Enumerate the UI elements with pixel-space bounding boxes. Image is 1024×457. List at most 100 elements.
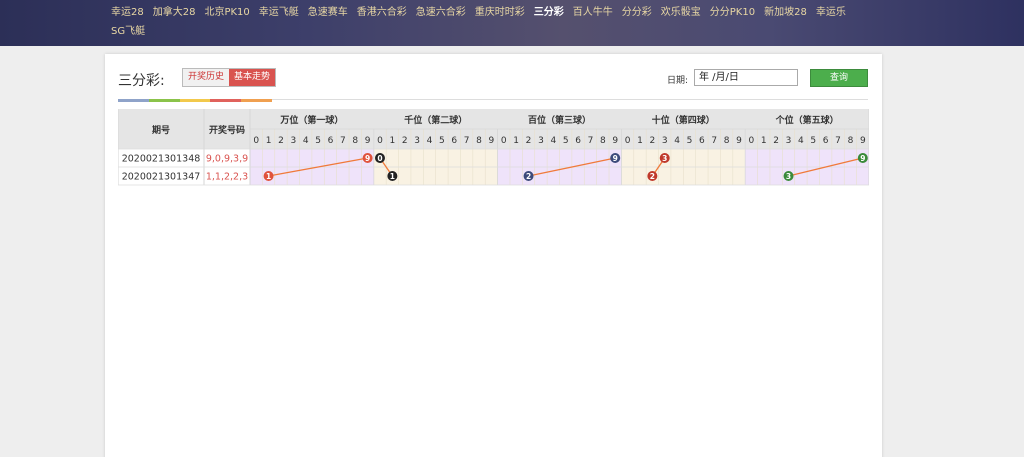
ball-label: 9 — [613, 154, 618, 163]
digit-header: 8 — [600, 136, 606, 146]
ball-label: 3 — [662, 154, 667, 163]
color-strip — [118, 99, 272, 102]
digit-header: 5 — [810, 136, 816, 146]
nav-item[interactable]: 香港六合彩 — [357, 3, 407, 22]
nav-item[interactable]: 重庆时时彩 — [475, 3, 525, 22]
digit-header: 2 — [278, 136, 284, 146]
digit-header: 1 — [390, 136, 396, 146]
nav-item[interactable]: 三分彩 — [534, 3, 564, 22]
ball-label: 2 — [650, 172, 655, 181]
digit-header: 9 — [365, 136, 371, 146]
digit-header: 9 — [489, 136, 495, 146]
ball-label: 0 — [377, 154, 382, 163]
position-header: 个位（第五球） — [775, 114, 839, 126]
date-input[interactable]: 年 /月/日 — [694, 69, 798, 86]
col-issue-header: 期号 — [152, 124, 170, 136]
digit-header: 1 — [513, 136, 519, 146]
digit-header: 2 — [649, 136, 655, 146]
digit-header: 3 — [290, 136, 296, 146]
nav-item[interactable]: 分分PK10 — [710, 3, 755, 22]
strip-segment — [179, 99, 211, 102]
strip-segment — [241, 99, 272, 102]
digit-header: 0 — [625, 136, 631, 146]
nav-item[interactable]: 新加坡28 — [764, 3, 807, 22]
position-header: 十位（第四球） — [652, 114, 715, 126]
digit-header: 3 — [786, 136, 792, 146]
digit-header: 8 — [476, 136, 482, 146]
position-header: 百位（第三球） — [528, 114, 591, 126]
page-title: 三分彩: — [118, 73, 165, 89]
main-panel: 三分彩: 开奖历史 基本走势 日期: 年 /月/日 查询 期号 开奖号码 万位（第一… — [105, 54, 882, 457]
digit-header: 4 — [798, 136, 804, 146]
digit-header: 6 — [575, 136, 581, 146]
digit-header: 5 — [439, 136, 445, 146]
nav-item[interactable]: SG飞艇 — [111, 22, 145, 41]
digit-header: 5 — [315, 136, 321, 146]
digit-header: 0 — [501, 136, 507, 146]
position-header: 万位（第一球） — [279, 114, 343, 126]
ball-label: 9 — [365, 154, 370, 163]
ball-label: 2 — [526, 172, 531, 181]
issue-cell: 2020021301348 — [122, 154, 201, 165]
view-tabs: 开奖历史 基本走势 — [182, 68, 277, 87]
query-button[interactable]: 查询 — [810, 69, 868, 87]
digit-header: 5 — [563, 136, 569, 146]
digit-header: 4 — [303, 136, 309, 146]
digit-header: 7 — [835, 136, 841, 146]
digit-header: 9 — [612, 136, 618, 146]
lottery-nav: 幸运28 加拿大28 北京PK10 幸运飞艇 急速赛车 香港六合彩 急速六合彩 重庆时时彩 三分… — [111, 3, 891, 41]
digit-header: 3 — [662, 136, 668, 146]
nav-item[interactable]: 分分彩 — [622, 3, 652, 22]
digit-header: 7 — [711, 136, 717, 146]
ball-label: 1 — [266, 172, 271, 181]
digit-header: 3 — [538, 136, 544, 146]
numbers-cell: 1,1,2,2,3 — [206, 172, 248, 183]
digit-header: 1 — [637, 136, 643, 146]
nav-item[interactable]: 欢乐骰宝 — [661, 3, 701, 22]
digit-header: 9 — [860, 136, 866, 146]
digit-header: 1 — [266, 136, 272, 146]
digit-header: 6 — [328, 136, 334, 146]
trend-table: 期号 开奖号码 万位（第一球） 0 1 2 3 4 5 6 7 8 9 千位（第二球） 0 1 2 3 4 5 6 7 8 9… — [117, 109, 870, 203]
digit-header: 7 — [588, 136, 594, 146]
tab-trend[interactable]: 基本走势 — [229, 69, 276, 86]
digit-header: 4 — [427, 136, 433, 146]
position-header: 千位（第二球） — [404, 114, 467, 126]
digit-header: 8 — [724, 136, 730, 146]
digit-header: 7 — [464, 136, 470, 146]
ball-label: 9 — [860, 154, 865, 163]
digit-header: 4 — [674, 136, 680, 146]
digit-header: 2 — [402, 136, 408, 146]
digit-header: 0 — [253, 136, 259, 146]
col-numbers-header: 开奖号码 — [209, 124, 245, 136]
nav-item[interactable]: 幸运28 — [111, 3, 144, 22]
numbers-cell: 9,0,9,3,9 — [206, 154, 248, 165]
issue-cell: 2020021301347 — [122, 172, 201, 183]
digit-header: 7 — [340, 136, 346, 146]
digit-header: 3 — [414, 136, 420, 146]
nav-item[interactable]: 急速赛车 — [308, 3, 348, 22]
nav-item[interactable]: 北京PK10 — [204, 3, 249, 22]
digit-header: 8 — [848, 136, 854, 146]
digit-header: 1 — [761, 136, 767, 146]
strip-segment — [210, 99, 242, 102]
digit-header: 4 — [550, 136, 556, 146]
date-label: 日期: — [667, 76, 689, 86]
nav-item[interactable]: 幸运飞艇 — [259, 3, 299, 22]
digit-header: 0 — [749, 136, 755, 146]
strip-segment — [148, 99, 180, 102]
nav-item[interactable]: 幸运乐 — [816, 3, 846, 22]
digit-header: 6 — [823, 136, 829, 146]
digit-header: 5 — [687, 136, 693, 146]
digit-header: 8 — [352, 136, 358, 146]
tab-history[interactable]: 开奖历史 — [183, 69, 230, 86]
nav-item[interactable]: 急速六合彩 — [416, 3, 466, 22]
ball-label: 3 — [786, 172, 791, 181]
digit-header: 9 — [736, 136, 742, 146]
nav-item[interactable]: 百人牛牛 — [573, 3, 613, 22]
digit-header: 2 — [526, 136, 532, 146]
digit-header: 2 — [773, 136, 779, 146]
digit-header: 6 — [451, 136, 457, 146]
ball-label: 1 — [390, 172, 395, 181]
nav-item[interactable]: 加拿大28 — [153, 3, 196, 22]
